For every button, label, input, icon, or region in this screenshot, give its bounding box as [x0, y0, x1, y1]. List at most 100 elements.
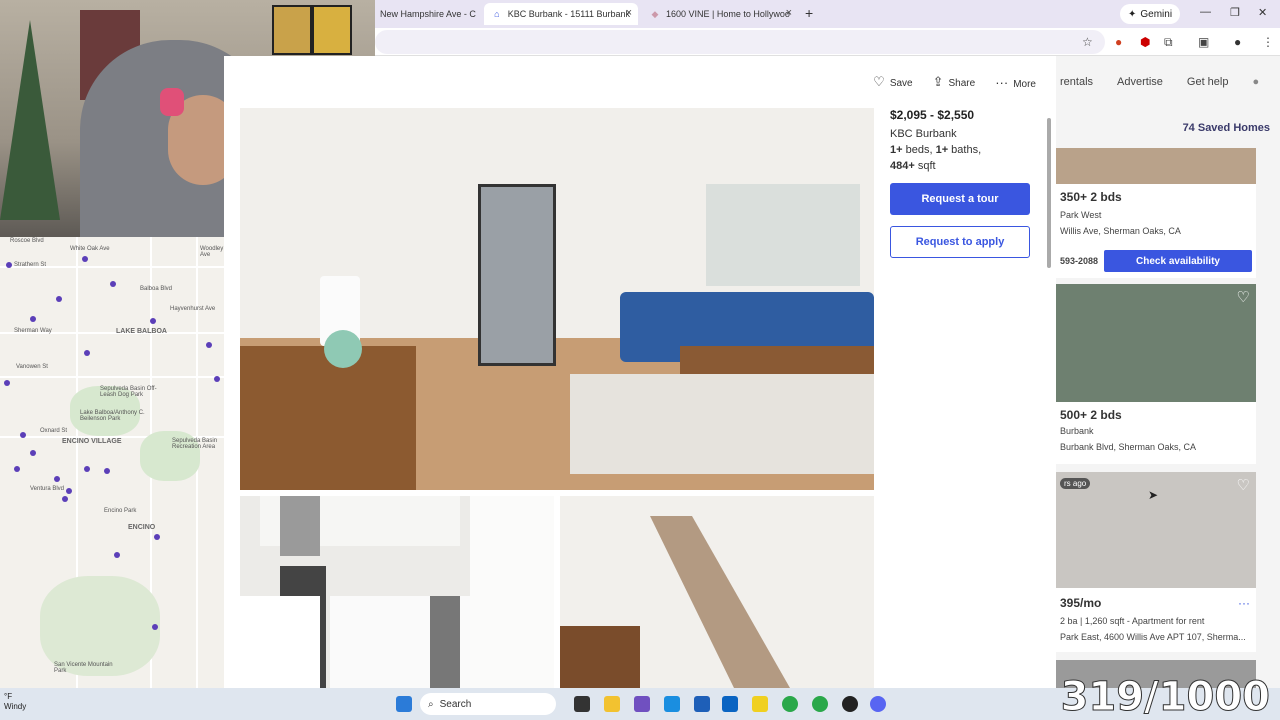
map-pin[interactable] [154, 534, 160, 540]
listing-card[interactable]: ♡ 500+ 2 bds Burbank Burbank Blvd, Sherm… [1056, 284, 1256, 464]
map-label: Woodley Ave [200, 246, 224, 258]
listing-scrollbar[interactable] [1046, 108, 1052, 688]
card-address: Park East, 4600 Willis Ave APT 107, Sher… [1060, 632, 1246, 642]
close-window-icon[interactable]: ✕ [1258, 6, 1267, 19]
nav-rentals[interactable]: rentals [1060, 76, 1093, 88]
staircase-photo[interactable] [560, 496, 874, 688]
map-pin[interactable] [214, 376, 220, 382]
map-label: San Vicente Mountain Park [54, 662, 113, 674]
norton-icon[interactable] [752, 696, 768, 712]
request-tour-button[interactable]: Request a tour [890, 183, 1030, 215]
request-apply-button[interactable]: Request to apply [890, 226, 1030, 258]
save-button[interactable]: ♡ Save [873, 74, 912, 90]
outlook-icon[interactable] [722, 696, 738, 712]
map-pin[interactable] [84, 350, 90, 356]
baths-label: baths, [948, 144, 982, 156]
extension-icon[interactable]: ● [1115, 35, 1122, 49]
adblock-icon[interactable]: ⬢ [1140, 35, 1150, 49]
saved-homes-link[interactable]: 74 Saved Homes [1183, 122, 1270, 134]
map-pin[interactable] [54, 476, 60, 482]
more-button[interactable]: ··· More [995, 75, 1036, 90]
gemini-button[interactable]: ✦ Gemini [1120, 4, 1181, 24]
menu-kebab-icon[interactable]: ⋮ [1262, 35, 1274, 49]
card-address: Willis Ave, Sherman Oaks, CA [1060, 226, 1181, 236]
map-label: Sepulveda Basin Off-Leash Dog Park [100, 386, 157, 398]
heart-icon[interactable]: ♡ [1237, 288, 1250, 306]
file-explorer-icon[interactable] [604, 696, 620, 712]
map-label: Encino Park [104, 508, 137, 514]
sqft-label: sqft [914, 160, 936, 172]
tab-1600-vine[interactable]: ◆ 1600 VINE | Home to Hollywoo × [642, 3, 798, 25]
nav-advertise[interactable]: Advertise [1117, 76, 1163, 88]
map-pin[interactable] [30, 450, 36, 456]
profile-avatar-icon[interactable]: ● [1234, 35, 1241, 49]
tab-label: KBC Burbank - 15111 Burbank [507, 9, 630, 19]
chrome-icon[interactable] [812, 696, 828, 712]
card-details: 2 ba | 1,260 sqft - Apartment for rent [1060, 616, 1205, 626]
map-pin[interactable] [152, 624, 158, 630]
gemini-label: Gemini [1140, 8, 1173, 20]
chrome-icon[interactable] [782, 696, 798, 712]
weather-widget[interactable]: °F Windy [4, 692, 26, 712]
map-label: Sherman Way [14, 328, 52, 334]
map-pin[interactable] [4, 380, 10, 386]
price-range: $2,095 - $2,550 [890, 108, 975, 122]
map-pin[interactable] [14, 466, 20, 472]
edge-icon[interactable] [664, 696, 680, 712]
taskbar-search[interactable]: ⌕ Search [420, 693, 556, 715]
tab-kbc-burbank[interactable]: ⌂ KBC Burbank - 15111 Burbank × [484, 3, 638, 25]
map-pin[interactable] [206, 342, 212, 348]
map-pin[interactable] [104, 468, 110, 474]
address-bar[interactable] [375, 30, 1105, 54]
discord-icon[interactable] [870, 696, 886, 712]
maximize-icon[interactable]: ❐ [1230, 6, 1240, 19]
nav-get-help[interactable]: Get help [1187, 76, 1229, 88]
card-phone[interactable]: 593-2088 [1060, 256, 1098, 266]
map-pin[interactable] [82, 256, 88, 262]
check-availability-button[interactable]: Check availability [1104, 250, 1252, 272]
map-pin[interactable] [20, 432, 26, 438]
card-address: Burbank Blvd, Sherman Oaks, CA [1060, 442, 1197, 452]
map-label: Hayvenhurst Ave [170, 306, 216, 312]
card-building: Park West [1060, 210, 1102, 220]
map-pin[interactable] [56, 296, 62, 302]
share-button[interactable]: ⇪ Share [933, 74, 976, 90]
stream-counter: 319/1000 [1060, 674, 1270, 720]
new-tab-icon[interactable]: + [805, 5, 813, 21]
listing-detail-panel: ♡ Save ⇪ Share ··· More $2,095 - $2,550 … [224, 56, 1056, 688]
tab-new-hampshire[interactable]: New Hampshire Ave - C [372, 3, 482, 25]
map-pin[interactable] [66, 488, 72, 494]
listing-card[interactable]: 350+ 2 bds Park West Willis Ave, Sherman… [1056, 148, 1256, 278]
puzzle-icon[interactable]: ⧉ [1164, 35, 1173, 50]
map-pin[interactable] [62, 496, 68, 502]
close-icon[interactable]: × [626, 7, 632, 19]
beds-baths: 1+ beds, 1+ baths, [890, 142, 1040, 158]
app-icon[interactable] [634, 696, 650, 712]
store-icon[interactable] [694, 696, 710, 712]
kitchen-photo[interactable] [240, 496, 554, 688]
search-results: rentals Advertise Get help ● 74 Saved Ho… [1056, 56, 1280, 688]
minimize-icon[interactable]: — [1200, 6, 1211, 18]
media-icon[interactable]: ▣ [1198, 35, 1209, 49]
more-icon[interactable]: ··· [1238, 596, 1250, 610]
heart-icon[interactable]: ♡ [1237, 476, 1250, 494]
share-label: Share [948, 78, 976, 89]
map-pin[interactable] [110, 281, 116, 287]
map-pin[interactable] [84, 466, 90, 472]
map-pin[interactable] [150, 318, 156, 324]
weather-desc: Windy [4, 702, 27, 711]
map-pin[interactable] [114, 552, 120, 558]
top-nav: rentals Advertise Get help ● [1056, 76, 1259, 88]
user-icon[interactable]: ● [1252, 76, 1259, 88]
map-pin[interactable] [6, 262, 12, 268]
start-icon[interactable] [396, 696, 412, 712]
close-icon[interactable]: × [786, 7, 792, 19]
task-view-icon[interactable] [574, 696, 590, 712]
search-icon: ⌕ [428, 698, 434, 710]
main-photo[interactable] [240, 108, 874, 490]
card-photo [1056, 284, 1256, 402]
bookmark-star-icon[interactable]: ☆ [1082, 35, 1093, 49]
headphones [160, 88, 184, 116]
app-icon[interactable] [842, 696, 858, 712]
map-pin[interactable] [30, 316, 36, 322]
